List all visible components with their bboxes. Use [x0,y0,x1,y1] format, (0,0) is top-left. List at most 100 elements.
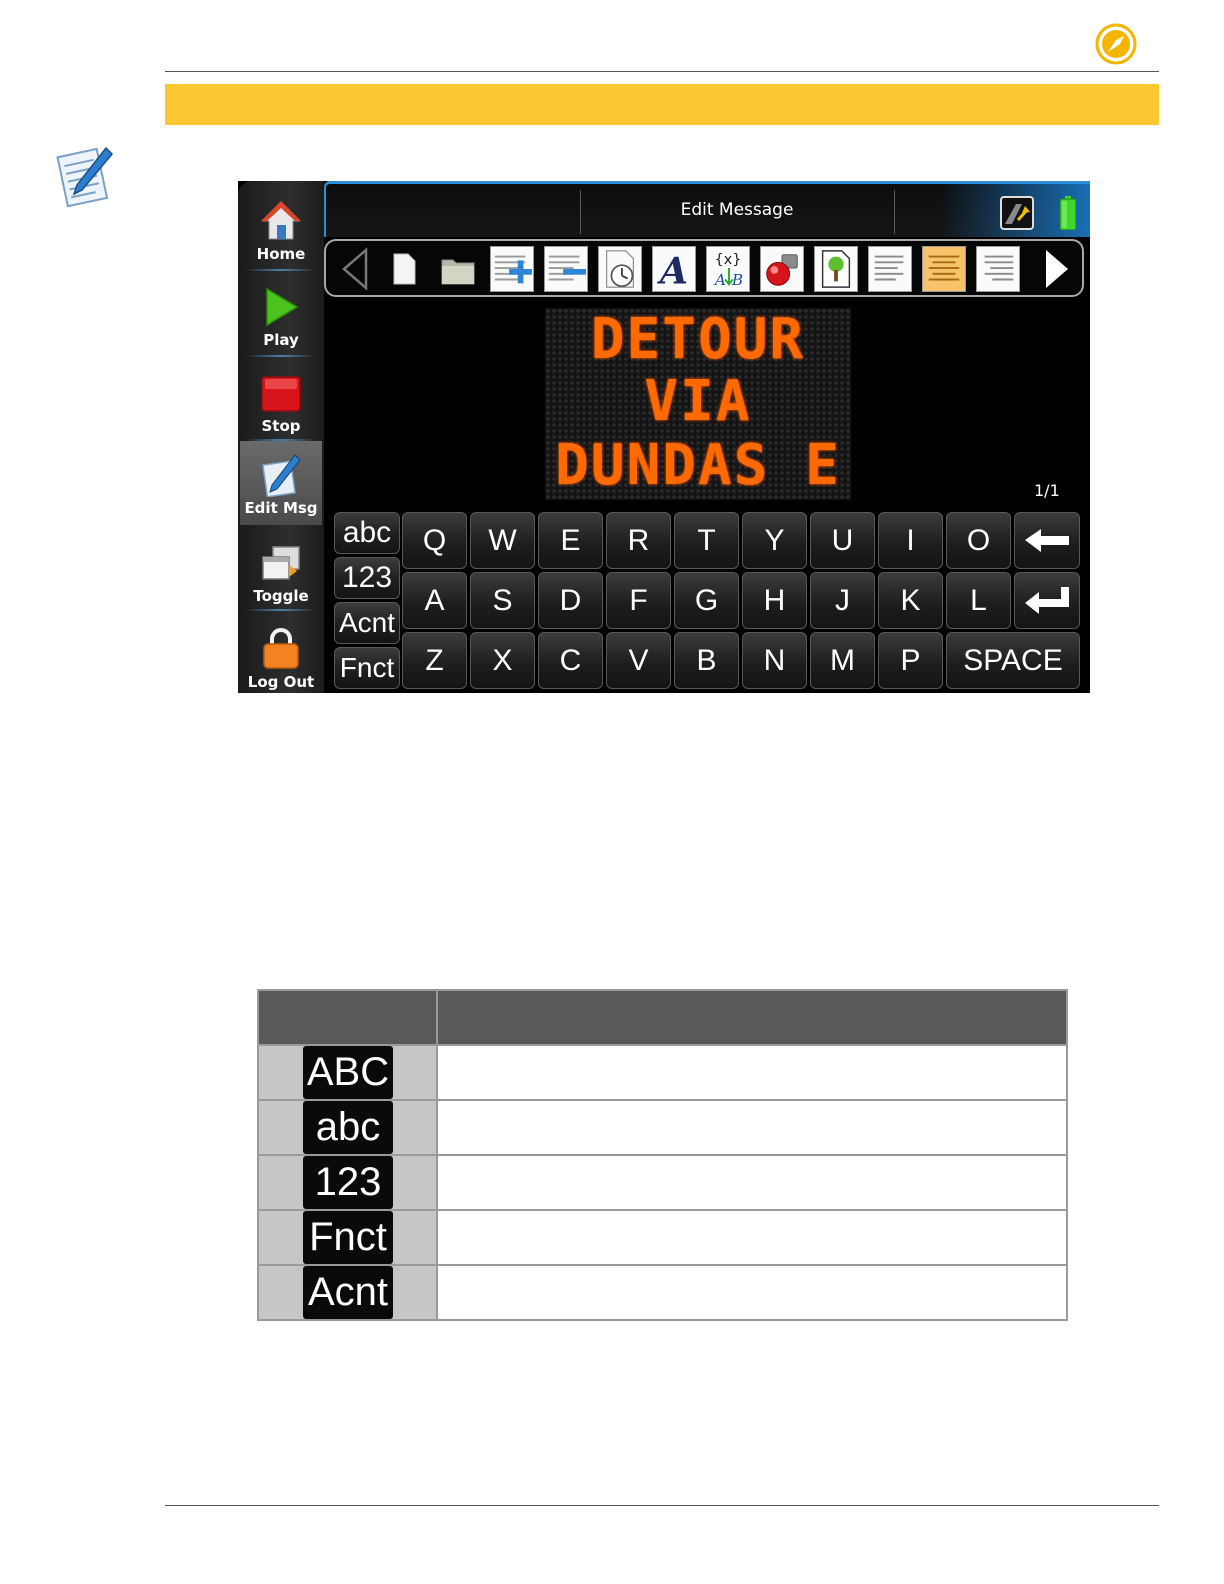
backspace-arrow-icon [1025,529,1069,552]
key-k[interactable]: K [878,572,943,629]
key-m[interactable]: M [810,632,875,689]
sidebar-divider [246,355,316,357]
enter-arrow-icon [1025,587,1069,614]
svg-text:{x}: {x} [715,252,742,268]
sidebar-item-toggle[interactable]: Toggle [240,529,322,613]
title-bar: Edit Message [324,181,1090,237]
header-rule [165,71,1159,72]
enter-key[interactable] [1014,572,1080,629]
keyboard-mode-table: ABC abc 123 Fnct Acnt [257,989,1068,1321]
footer-rule [165,1505,1159,1506]
variable-field-icon[interactable]: {x} A B [706,246,750,292]
edit-pencil-icon [262,454,301,497]
sidebar-item-label: Stop [261,417,301,435]
sidebar-item-log-out[interactable]: Log Out [240,615,322,693]
note-pencil-icon [56,146,114,208]
sidebar-divider [246,269,316,271]
device-screen: Home Play Stop Edit Msg Toggle Log Out E… [238,181,1090,693]
key-badge: abc [303,1101,393,1154]
connection-status-icon[interactable] [1000,196,1034,230]
scroll-left-icon[interactable] [336,246,380,292]
table-row: Acnt [259,1264,1066,1319]
align-center-icon[interactable] [922,246,966,292]
key-n[interactable]: N [742,632,807,689]
beacon-icon[interactable] [760,246,804,292]
key-b[interactable]: B [674,632,739,689]
svg-text:A: A [713,271,726,289]
backspace-key[interactable] [1014,512,1080,569]
align-right-icon[interactable] [976,246,1020,292]
sidebar-item-home[interactable]: Home [240,187,322,271]
delete-page-icon[interactable] [544,246,588,292]
section-banner [165,84,1159,125]
space-key[interactable]: SPACE [946,632,1080,689]
key-p[interactable]: P [878,632,943,689]
font-icon[interactable]: A [652,246,696,292]
key-f[interactable]: F [606,572,671,629]
key-w[interactable]: W [470,512,535,569]
stop-icon [261,376,301,412]
message-preview: DETOUR VIA DUNDAS E [545,308,851,500]
align-left-icon[interactable] [868,246,912,292]
sidebar-item-play[interactable]: Play [240,273,322,357]
message-line: VIA [644,369,752,434]
key-h[interactable]: H [742,572,807,629]
key-badge: 123 [303,1156,393,1209]
key-o[interactable]: O [946,512,1011,569]
table-row: Fnct [259,1209,1066,1264]
key-u[interactable]: U [810,512,875,569]
padlock-icon [263,628,299,669]
page-indicator: 1/1 [1034,481,1060,500]
key-q[interactable]: Q [402,512,467,569]
svg-text:A: A [657,249,688,292]
key-g[interactable]: G [674,572,739,629]
key-v[interactable]: V [606,632,671,689]
sidebar-item-label: Home [256,245,306,263]
key-badge: Acnt [303,1266,393,1319]
sidebar-item-label: Play [263,331,299,349]
screen-title: Edit Message [680,200,794,220]
key-badge: Fnct [303,1211,393,1264]
key-y[interactable]: Y [742,512,807,569]
key-a[interactable]: A [402,572,467,629]
sidebar: Home Play Stop Edit Msg Toggle Log Out [238,181,324,693]
sidebar-divider [246,609,316,611]
play-icon [266,287,299,327]
open-folder-icon[interactable] [436,246,480,292]
graphic-image-icon[interactable] [814,246,858,292]
key-x[interactable]: X [470,632,535,689]
sidebar-item-label: Edit Msg [244,499,318,517]
message-line: DUNDAS E [555,433,841,498]
key-r[interactable]: R [606,512,671,569]
sidebar-item-edit-msg[interactable]: Edit Msg [240,441,322,525]
home-icon [261,201,301,240]
table-row: abc [259,1099,1066,1154]
key-c[interactable]: C [538,632,603,689]
new-message-icon[interactable] [382,246,426,292]
key-l[interactable]: L [946,572,1011,629]
sidebar-item-label: Toggle [253,587,309,605]
table-header [259,991,1066,1044]
key-badge: ABC [303,1046,393,1099]
key-t[interactable]: T [674,512,739,569]
table-row: 123 [259,1154,1066,1209]
mode-key-123[interactable]: 123 [334,557,400,599]
key-s[interactable]: S [470,572,535,629]
key-d[interactable]: D [538,572,603,629]
editor-toolbar: A {x} A B [324,239,1084,297]
table-row: ABC [259,1044,1066,1099]
battery-icon [1060,196,1076,230]
insert-page-icon[interactable] [490,246,534,292]
toggle-windows-icon [262,546,300,580]
sidebar-item-stop[interactable]: Stop [240,359,322,443]
key-i[interactable]: I [878,512,943,569]
key-e[interactable]: E [538,512,603,569]
scroll-right-icon[interactable] [1032,246,1076,292]
page-timing-icon[interactable] [598,246,642,292]
brand-logo-icon [1095,23,1137,65]
mode-key-fnct[interactable]: Fnct [334,647,400,689]
mode-key-abc[interactable]: abc [334,512,400,554]
key-z[interactable]: Z [402,632,467,689]
mode-key-acnt[interactable]: Acnt [334,602,400,644]
key-j[interactable]: J [810,572,875,629]
